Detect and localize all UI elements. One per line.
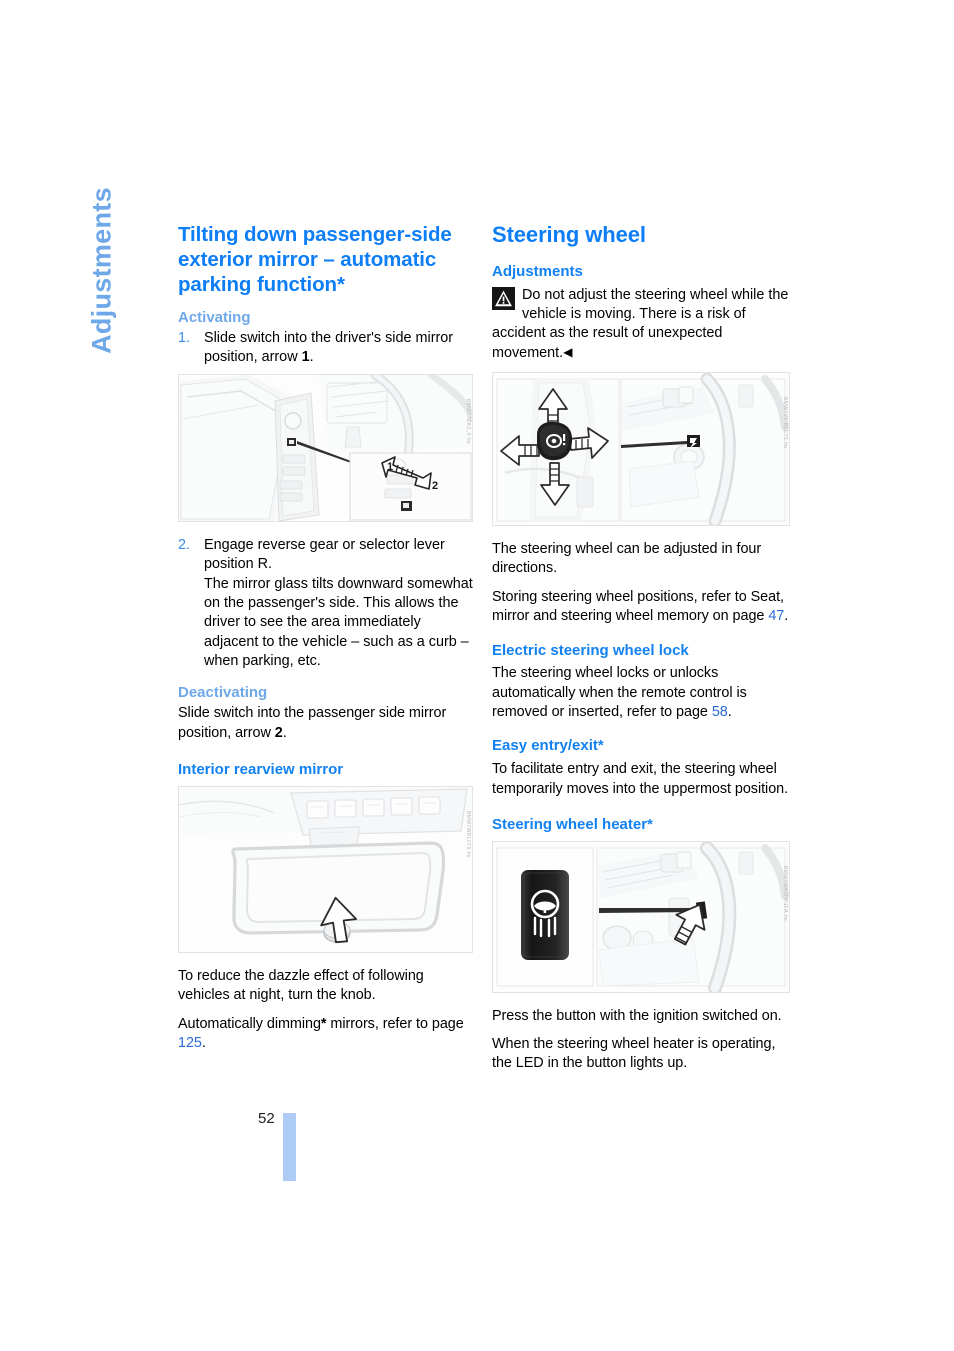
heater-text-1: Press the button with the ignition switc… (492, 1007, 782, 1024)
right-section-heading: Steering wheel (492, 222, 646, 247)
steering-body-1: The steering wheel can be adjusted in fo… (492, 541, 762, 577)
svg-text:1: 1 (387, 461, 393, 473)
step-2: 2. Engage reverse gear or selector lever… (178, 536, 473, 672)
step-1-arrow-number: 1 (301, 349, 310, 366)
step-1-text: Slide switch into the driver's side mirr… (204, 329, 473, 368)
page-reference-58[interactable]: 58 (712, 704, 728, 720)
interior-mirror-heading: Interior rearview mirror (178, 761, 344, 779)
figure-id-1: BMWT7ZA3_0.fm (465, 398, 471, 444)
page-reference-47[interactable]: 47 (768, 608, 784, 624)
heater-text-2: When the steering wheel heater is operat… (492, 1036, 776, 1072)
steering-body-2: Storing steering wheel positions, refer … (492, 588, 790, 627)
warning-text: Do not adjust the steering wheel while t… (492, 286, 789, 361)
interior-mirror-text-2: Automatically dimming* mirrors, refer to… (178, 1015, 473, 1054)
chapter-side-tab: Adjustments (86, 187, 117, 354)
step-1-text-a: Slide switch into the driver's side mirr… (204, 330, 454, 366)
interior-mirror-text-2c: . (201, 1035, 206, 1051)
left-column: Tilting down passenger-side exterior mir… (178, 222, 473, 1062)
page-reference-125[interactable]: 125 (178, 1035, 202, 1051)
page-number: 52 (258, 1110, 275, 1127)
electric-lock-text-b: . (727, 704, 732, 721)
figure-id-3: BMW7V1-B1CT5.fm (782, 397, 788, 449)
interior-mirror-text-2b: mirrors, refer to page (326, 1015, 464, 1032)
step-1-text-b: . (309, 349, 314, 366)
figure-steering-wheel-adjustment: BMW7V1-B1CT5.fm (492, 372, 790, 527)
electric-lock-text: The steering wheel locks or unlocks auto… (492, 664, 790, 722)
manual-page: Adjustments Tilting down passenger-side … (0, 0, 954, 1351)
left-section-heading: Tilting down passenger-side exterior mir… (178, 223, 452, 296)
interior-mirror-text-2a: Automatically dimming (178, 1015, 321, 1032)
step-1: 1. Slide switch into the driver's side m… (178, 329, 473, 368)
figure-steering-wheel-heater: BMW7WASHP1FA.fm (492, 840, 790, 993)
deactivating-arrow-number: 2 (274, 724, 283, 741)
electric-lock-heading: Electric steering wheel lock (492, 641, 689, 659)
warning-end-marker: ◀ (563, 344, 573, 359)
deactivating-heading: Deactivating (178, 684, 268, 702)
figure-interior-rearview-mirror: BMW7WRL0T9.fm (178, 785, 473, 953)
page-marker-bar (283, 1113, 296, 1181)
activating-heading: Activating (178, 309, 251, 326)
step-1-number: 1. (178, 330, 191, 346)
interior-mirror-text-1: To reduce the dazzle effect of following… (178, 967, 424, 1004)
easy-entry-heading: Easy entry/exit* (492, 737, 604, 755)
interior-mirror-illustration (179, 786, 472, 952)
figure-id-4: BMW7WASHP1FA.fm (782, 865, 788, 921)
warning-triangle-icon (492, 286, 515, 310)
figure-id-2: BMW7WRL0T9.fm (465, 810, 471, 858)
easy-entry-text: To facilitate entry and exit, the steeri… (492, 761, 789, 797)
right-column: Steering wheel Adjustments Do not adjust… (492, 222, 790, 1083)
step-2-number: 2. (178, 536, 191, 553)
warning-block: Do not adjust the steering wheel while t… (492, 286, 790, 364)
deactivating-text-b: . (282, 724, 287, 741)
electric-lock-text-a: The steering wheel locks or unlocks auto… (492, 665, 747, 721)
heater-button-illustration (493, 841, 789, 992)
heater-heading: Steering wheel heater* (492, 815, 653, 833)
steering-body-2a: Storing steering wheel positions, refer … (492, 588, 784, 625)
door-mirror-switch-illustration: 1 2 (179, 374, 472, 521)
steering-body-2b: . (784, 608, 789, 625)
step-2-text: Engage reverse gear or selector lever po… (204, 536, 473, 669)
svg-text:2: 2 (432, 480, 438, 492)
deactivating-text: Slide switch into the passenger side mir… (178, 704, 473, 743)
adjustments-heading: Adjustments (492, 262, 583, 280)
figure-door-mirror-switch: 1 2 BMWT7ZA3_0.fm (178, 373, 473, 522)
steering-adjust-illustration (493, 373, 789, 526)
deactivating-text-a: Slide switch into the passenger side mir… (178, 705, 447, 741)
